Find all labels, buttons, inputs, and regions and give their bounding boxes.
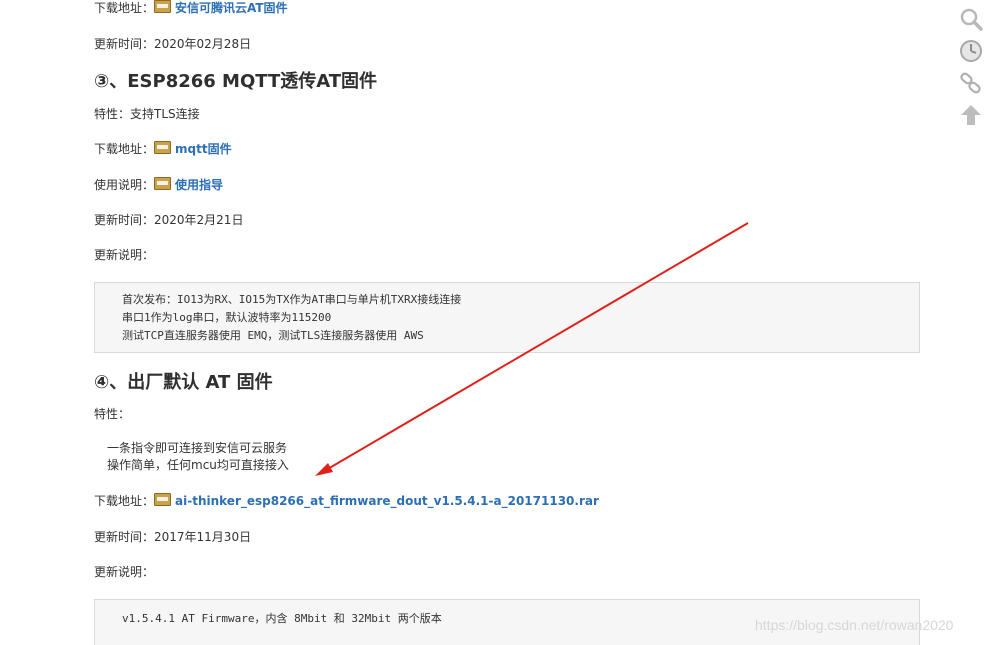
clock-icon[interactable] (958, 38, 984, 64)
code-line: 测试TCP直连服务器使用 EMQ，测试TLS连接服务器使用 AWS (122, 329, 424, 342)
file-icon (154, 141, 172, 154)
download-row: 下载地址： 安信可腾讯云AT固件 (94, 0, 288, 16)
file-icon (154, 177, 172, 190)
search-icon[interactable] (958, 6, 984, 32)
watermark: https://blog.csdn.net/rowan2020 (755, 617, 954, 633)
download-link[interactable]: 安信可腾讯云AT固件 (175, 1, 288, 15)
download-row: 下载地址： ai-thinker_esp8266_at_firmware_dout… (94, 493, 599, 509)
download-row: 下载地址： mqtt固件 (94, 141, 232, 157)
page: 下载地址： 安信可腾讯云AT固件 更新时间：2020年02月28日 ③、ESP82… (0, 0, 988, 645)
code-line: 串口1作为log串口，默认波特率为115200 (122, 311, 332, 324)
section-heading: ③、ESP8266 MQTT透传AT固件 (94, 71, 378, 92)
download-label: 下载地址： (94, 494, 155, 508)
list-item: 操作简单，任何mcu均可直接接入 (107, 458, 289, 472)
floating-toolbar (958, 6, 984, 134)
list-item: 一条指令即可连接到安信可云服务 (107, 441, 288, 455)
download-label: 下载地址： (94, 142, 155, 156)
usage-link[interactable]: 使用指导 (175, 178, 223, 192)
feature-list: 一条指令即可连接到安信可云服务 操作简单，任何mcu均可直接接入 (107, 440, 289, 474)
usage-label: 使用说明： (94, 178, 155, 192)
notes-label: 更新说明： (94, 248, 155, 262)
usage-row: 使用说明： 使用指导 (94, 177, 223, 193)
arrow-up-icon[interactable] (958, 102, 984, 128)
download-label: 下载地址： (94, 1, 155, 15)
link-icon[interactable] (958, 70, 984, 96)
update-time: 更新时间：2020年02月28日 (94, 37, 252, 51)
file-icon (154, 0, 172, 13)
feature-text: 特性：支持TLS连接 (94, 107, 200, 121)
code-block: 首次发布：IO13为RX、IO15为TX作为AT串口与单片机TXRX接线连接 串… (94, 282, 920, 353)
section-heading: ④、出厂默认 AT 固件 (94, 372, 273, 393)
feature-label: 特性： (94, 407, 131, 421)
download-link[interactable]: mqtt固件 (175, 142, 232, 156)
code-line: 首次发布：IO13为RX、IO15为TX作为AT串口与单片机TXRX接线连接 (122, 293, 462, 306)
update-time: 更新时间：2017年11月30日 (94, 530, 252, 544)
notes-label: 更新说明： (94, 565, 155, 579)
file-icon (154, 493, 172, 506)
update-time: 更新时间：2020年2月21日 (94, 213, 244, 227)
download-link[interactable]: ai-thinker_esp8266_at_firmware_dout_v1.5… (175, 494, 599, 508)
